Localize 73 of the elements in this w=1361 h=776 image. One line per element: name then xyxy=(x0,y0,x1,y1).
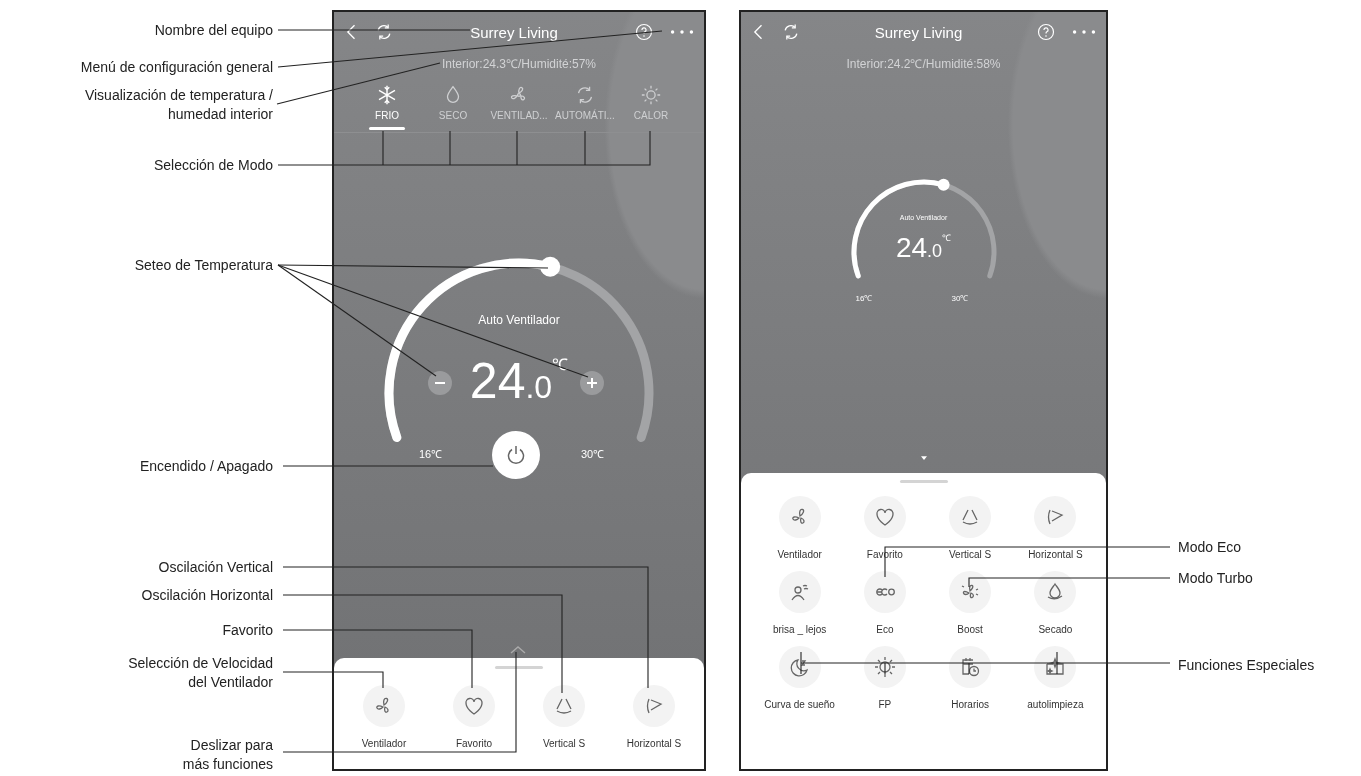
function-button[interactable] xyxy=(949,571,992,613)
function-label: Eco xyxy=(876,623,894,637)
min-temperature-label: 16℃ xyxy=(419,447,443,461)
function-label: brisa _ lejos xyxy=(772,623,827,637)
callout-label: Encendido / Apagado xyxy=(139,457,273,476)
function-label: Horizontal S xyxy=(1028,548,1083,562)
help-icon[interactable] xyxy=(634,22,654,42)
function-button[interactable] xyxy=(1034,646,1077,688)
function-label: Vertical S xyxy=(542,737,586,751)
function-label: Secado xyxy=(1038,623,1073,637)
mode-tab[interactable]: FRIO xyxy=(354,84,420,130)
function-button[interactable] xyxy=(543,685,585,727)
drag-handle[interactable] xyxy=(899,480,948,483)
min-temperature-label: 16℃ xyxy=(855,293,873,303)
callout-label: Oscilación Horizontal xyxy=(141,586,273,605)
function-label: Ventilador xyxy=(361,737,407,751)
function-button[interactable] xyxy=(363,685,405,727)
mode-tab[interactable]: AUTOMÁTI... xyxy=(552,84,618,130)
callout-label: Visualización de temperatura / humedad interior xyxy=(84,86,273,124)
callout-label: Modo Eco xyxy=(1178,538,1242,557)
more-menu-icon[interactable] xyxy=(1072,28,1096,36)
function-button[interactable] xyxy=(778,571,821,613)
callout-label: Nombre del equipo xyxy=(154,21,273,40)
chevron-up-icon[interactable] xyxy=(510,646,526,654)
function-label: Horarios xyxy=(951,698,989,712)
callout-label: Seteo de Temperatura xyxy=(134,256,273,275)
indoor-readout: Interior:24.2℃/Humidité:58% xyxy=(846,56,1001,73)
function-button[interactable] xyxy=(949,496,992,538)
decrease-button[interactable] xyxy=(428,371,452,395)
mode-tab[interactable]: SECO xyxy=(420,84,486,130)
mode-tab[interactable]: VENTILAD... xyxy=(486,84,552,130)
callout-label: Favorito xyxy=(222,621,273,640)
indoor-readout: Interior:24.3℃/Humidité:57% xyxy=(441,56,597,73)
function-label: FP xyxy=(878,698,892,712)
function-button[interactable] xyxy=(633,685,675,727)
callout-label: Selección de Modo xyxy=(153,156,273,175)
function-button[interactable] xyxy=(949,646,992,688)
drag-handle[interactable] xyxy=(495,666,543,669)
function-label: Favorito xyxy=(455,737,493,751)
callout-label: Deslizar para más funciones xyxy=(182,736,273,774)
snowflake-icon xyxy=(376,84,398,106)
function-label: Boost xyxy=(957,623,983,637)
function-label: Ventilador xyxy=(777,548,822,562)
device-title: Surrey Living xyxy=(873,23,964,41)
function-label: Vertical S xyxy=(949,548,992,562)
function-label: autolimpieza xyxy=(1027,698,1084,712)
max-temperature-label: 30℃ xyxy=(581,447,605,461)
function-button[interactable] xyxy=(863,571,906,613)
more-menu-icon[interactable] xyxy=(670,28,694,36)
increase-button[interactable] xyxy=(580,371,604,395)
callout-label: Menú de configuración general xyxy=(80,58,273,77)
function-button[interactable] xyxy=(453,685,495,727)
fan-mode-label: Auto Ventilador xyxy=(477,313,561,327)
function-button[interactable] xyxy=(778,496,821,538)
function-button[interactable] xyxy=(863,496,906,538)
function-button[interactable] xyxy=(863,646,906,688)
callout-label: Modo Turbo xyxy=(1178,569,1253,588)
sun-icon xyxy=(872,655,897,679)
callout-label: Funciones Especiales xyxy=(1178,656,1315,675)
max-temperature-label: 30℃ xyxy=(951,293,969,303)
function-button[interactable] xyxy=(778,646,821,688)
callout-label: Selección de Velocidad del Ventilador xyxy=(128,654,273,692)
device-title: Surrey Living xyxy=(469,23,559,41)
plus-icon xyxy=(586,377,598,389)
power-button[interactable] xyxy=(492,431,540,479)
chevron-down-icon[interactable] xyxy=(921,456,927,460)
callout-label: Oscilación Vertical xyxy=(158,558,273,577)
function-button[interactable] xyxy=(1034,571,1077,613)
sun-icon xyxy=(640,84,662,106)
function-label: Curva de sueño xyxy=(764,698,835,712)
function-button[interactable] xyxy=(1034,496,1077,538)
function-label: Horizontal S xyxy=(626,737,682,751)
mode-tab[interactable]: CALOR xyxy=(618,84,684,130)
